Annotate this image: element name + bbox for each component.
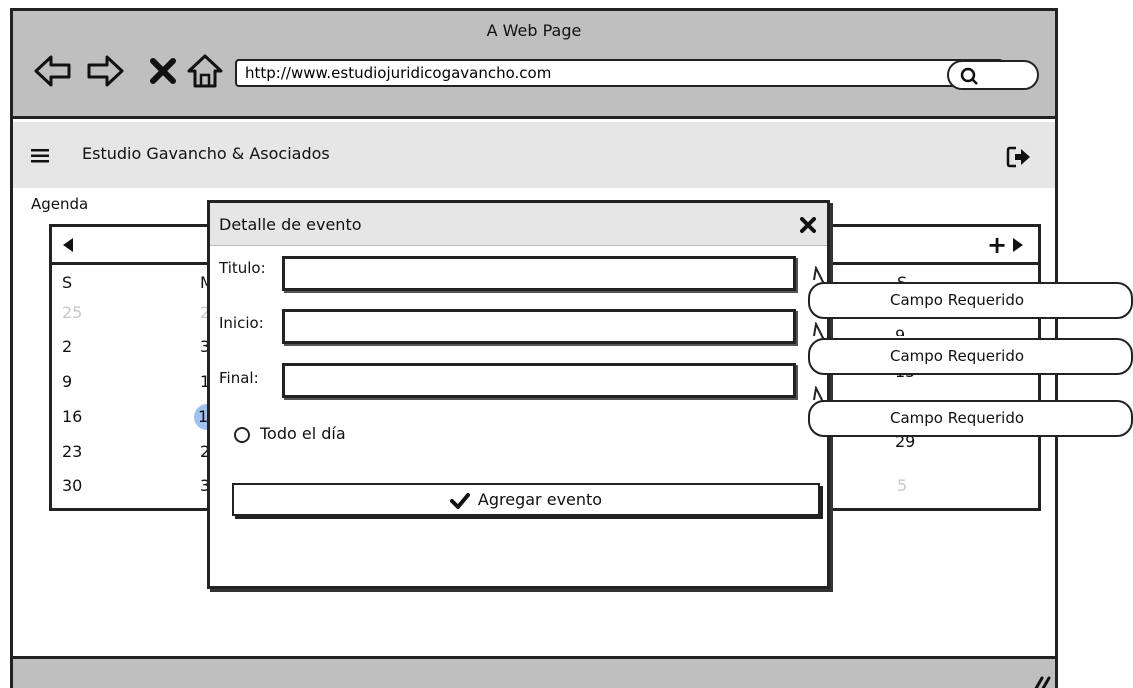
calendar-day[interactable]: 5 <box>897 476 907 495</box>
calendar-day[interactable]: 23 <box>62 442 82 461</box>
all-day-radio[interactable] <box>234 427 250 443</box>
calendar-day[interactable]: 9 <box>895 326 905 336</box>
app-title: Estudio Gavancho & Asociados <box>82 144 330 163</box>
modal-header: Detalle de evento <box>210 203 827 246</box>
status-bar <box>13 656 1055 688</box>
close-x-icon[interactable] <box>143 51 183 91</box>
check-icon <box>449 492 470 509</box>
event-detail-modal: Detalle de evento Titulo: Inicio: Final:… <box>207 200 830 589</box>
back-arrow-icon[interactable] <box>33 51 73 91</box>
validation-tooltip: Campo Requerido <box>808 282 1133 319</box>
submit-label: Agregar evento <box>477 490 603 509</box>
weekday-header: S <box>62 273 73 292</box>
end-field-label: Final: <box>219 369 259 387</box>
next-month-icon[interactable] <box>1012 238 1024 252</box>
calendar-day[interactable]: 30 <box>62 476 82 495</box>
sign-out-icon[interactable] <box>1006 144 1032 170</box>
add-event-button[interactable]: + <box>987 233 1007 257</box>
hamburger-icon[interactable] <box>31 149 49 163</box>
app-header: Estudio Gavancho & Asociados <box>13 122 1055 188</box>
calendar-day[interactable]: 9 <box>62 372 72 391</box>
start-field-label: Inicio: <box>219 314 264 332</box>
validation-tooltip: Campo Requerido <box>808 400 1133 437</box>
browser-search-box[interactable] <box>947 60 1039 90</box>
calendar-day[interactable]: 2 <box>62 337 72 356</box>
calendar-day[interactable]: 25 <box>62 303 82 322</box>
add-event-submit-button[interactable]: Agregar evento <box>232 483 820 516</box>
all-day-label: Todo el día <box>260 424 346 443</box>
window-title: A Web Page <box>486 21 582 40</box>
start-input[interactable] <box>282 309 796 344</box>
validation-tooltip: Campo Requerido <box>808 338 1133 375</box>
home-icon[interactable] <box>185 51 225 91</box>
modal-title: Detalle de evento <box>219 215 362 234</box>
title-field-label: Titulo: <box>219 259 266 277</box>
prev-month-icon[interactable] <box>62 238 74 252</box>
title-input[interactable] <box>282 256 796 291</box>
close-icon[interactable] <box>800 217 816 233</box>
calendar-day[interactable]: 16 <box>62 407 82 426</box>
end-input[interactable] <box>282 363 796 398</box>
url-bar[interactable]: http://www.estudiojuridicogavancho.com <box>235 59 1005 87</box>
search-icon <box>960 67 978 85</box>
resize-grip-icon[interactable] <box>1028 674 1052 688</box>
forward-arrow-icon[interactable] <box>85 51 125 91</box>
agenda-label: Agenda <box>31 195 89 213</box>
browser-title-bar: A Web Page http://www.estudiojuridicogav… <box>13 11 1055 119</box>
